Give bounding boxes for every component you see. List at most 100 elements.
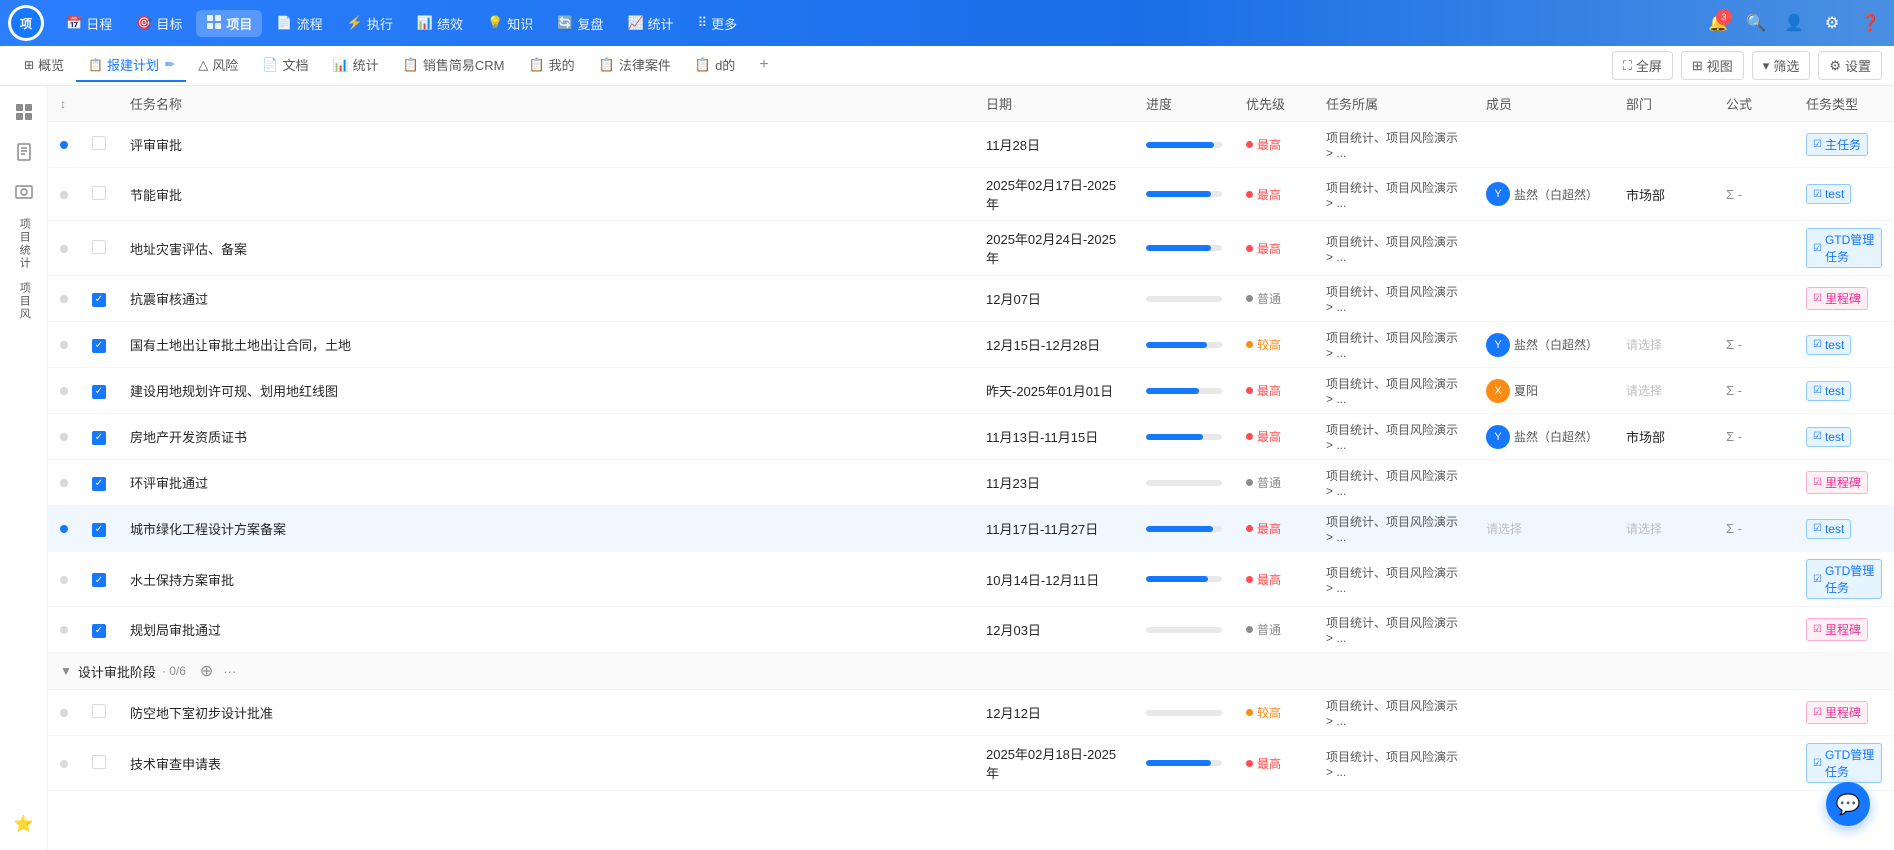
row-checkbox[interactable] xyxy=(92,755,106,769)
sidebar-photo[interactable] xyxy=(6,174,42,210)
row-checkbox[interactable]: ✓ xyxy=(92,624,106,638)
row-checkbox[interactable] xyxy=(92,240,106,254)
row-checkbox[interactable]: ✓ xyxy=(92,339,106,353)
nav-knowledge[interactable]: 💡 知识 xyxy=(477,10,543,37)
nav2-stats[interactable]: 📊 统计 xyxy=(320,49,390,82)
nav2-risk[interactable]: △ 风险 xyxy=(186,49,250,82)
table-row[interactable]: ✓ 城市绿化工程设计方案备案 11月17日-11月27日 最高 项目统计、项目风… xyxy=(48,506,1894,552)
row-checkbox[interactable]: ✓ xyxy=(92,477,106,491)
section-add-button[interactable]: ⊕ xyxy=(200,661,213,681)
nav2-overview[interactable]: ⊞ 概览 xyxy=(12,49,76,82)
row-progress xyxy=(1134,168,1234,221)
row-check-cell[interactable]: ✓ xyxy=(80,368,118,414)
table-row[interactable]: ✓ 房地产开发资质证书 11月13日-11月15日 最高 项目统计、项目风险演示… xyxy=(48,414,1894,460)
priority-label: 较高 xyxy=(1257,704,1281,721)
row-formula xyxy=(1714,221,1794,276)
sidebar-project-stats[interactable]: 项目统计 xyxy=(14,214,33,274)
row-checkbox[interactable]: ✓ xyxy=(92,293,106,307)
app-logo[interactable]: 项 xyxy=(8,5,44,41)
table-row[interactable]: ✓ 建设用地规划许可规、划用地红线图 昨天-2025年01月01日 最高 项目统… xyxy=(48,368,1894,414)
row-check-cell[interactable] xyxy=(80,221,118,276)
table-row[interactable]: 技术审查申请表 2025年02月18日-2025年 最高 项目统计、项目风险演示… xyxy=(48,736,1894,791)
settings-button[interactable]: ⚙ xyxy=(1816,7,1848,39)
nav-goals[interactable]: 🎯 目标 xyxy=(126,10,192,37)
settings-config-button[interactable]: ⚙ 设置 xyxy=(1818,51,1882,80)
search-button[interactable]: 🔍 xyxy=(1740,7,1772,39)
section-collapse-icon[interactable]: ▼ xyxy=(60,664,72,678)
dept-select[interactable]: 请选择 xyxy=(1626,384,1662,398)
sidebar-doc[interactable] xyxy=(6,134,42,170)
nav2-d[interactable]: 📋 d的 xyxy=(683,49,747,82)
nav2-docs[interactable]: 📄 文档 xyxy=(250,49,320,82)
table-row[interactable]: 防空地下室初步设计批准 12月12日 较高 项目统计、项目风险演示 > ... … xyxy=(48,690,1894,736)
task-type-icon: ☑ xyxy=(1813,758,1822,769)
table-row[interactable]: ✓ 水土保持方案审批 10月14日-12月11日 最高 项目统计、项目风险演示 … xyxy=(48,552,1894,607)
row-name-cell: 抗震审核通过 xyxy=(118,276,974,322)
task-type-badge: ☑ 里程碑 xyxy=(1806,471,1868,494)
row-check-cell[interactable] xyxy=(80,168,118,221)
row-check-cell[interactable]: ✓ xyxy=(80,460,118,506)
nav2-crm[interactable]: 📋 销售简易CRM xyxy=(391,49,517,82)
row-checkbox[interactable]: ✓ xyxy=(92,523,106,537)
nav2-add[interactable]: + xyxy=(747,50,780,82)
task-type-icon: ☑ xyxy=(1813,385,1822,396)
table-row[interactable]: ✓ 国有土地出让审批土地出让合同，土地 12月15日-12月28日 较高 项目统… xyxy=(48,322,1894,368)
fullscreen-button[interactable]: ⛶ 全屏 xyxy=(1612,51,1673,80)
table-row[interactable]: 节能审批 2025年02月17日-2025年 最高 项目统计、项目风险演示 > … xyxy=(48,168,1894,221)
member-cell: Y 盐然（白超然） xyxy=(1486,333,1602,357)
row-check-cell[interactable]: ✓ xyxy=(80,552,118,607)
row-date: 12月07日 xyxy=(974,276,1134,322)
table-row[interactable]: 地址灾害评估、备案 2025年02月24日-2025年 最高 项目统计、项目风险… xyxy=(48,221,1894,276)
table-row[interactable]: ✓ 环评审批通过 11月23日 普通 项目统计、项目风险演示 > ... xyxy=(48,460,1894,506)
nav2-mine[interactable]: 📋 我的 xyxy=(516,49,586,82)
table-row[interactable]: ✓ 抗震审核通过 12月07日 普通 项目统计、项目风险演示 > ... xyxy=(48,276,1894,322)
row-checkbox[interactable]: ✓ xyxy=(92,573,106,587)
row-check-cell[interactable] xyxy=(80,690,118,736)
help-button[interactable]: ❓ xyxy=(1854,7,1886,39)
dept-select[interactable]: 请选择 xyxy=(1626,338,1662,352)
sidebar-project-risk[interactable]: 项目风 xyxy=(14,278,33,325)
member-select[interactable]: 请选择 xyxy=(1486,522,1522,536)
sort-icon[interactable]: ↕ xyxy=(60,97,66,111)
table-row[interactable]: ✓ 规划局审批通过 12月03日 普通 项目统计、项目风险演示 > ... xyxy=(48,607,1894,653)
task-name: 环评审批通过 xyxy=(130,473,208,492)
nav-schedule[interactable]: 📅 日程 xyxy=(56,10,122,37)
nav2-legal[interactable]: 📋 法律案件 xyxy=(587,49,683,82)
nav-flow[interactable]: 📄 流程 xyxy=(266,10,332,37)
filter-button[interactable]: ▾ 筛选 xyxy=(1752,51,1811,80)
sidebar-grid[interactable] xyxy=(6,94,42,130)
nav-more[interactable]: ⠿ 更多 xyxy=(688,10,748,37)
row-type: ☑ test xyxy=(1794,168,1894,221)
fab-button[interactable]: 💬 xyxy=(1826,782,1870,826)
section-more-button[interactable]: ··· xyxy=(223,664,236,679)
view-button[interactable]: ⊞ 视图 xyxy=(1681,51,1744,80)
row-check-cell[interactable]: ✓ xyxy=(80,414,118,460)
user-button[interactable]: 👤 xyxy=(1778,7,1810,39)
row-check-cell[interactable]: ✓ xyxy=(80,276,118,322)
row-check-cell[interactable]: ✓ xyxy=(80,322,118,368)
nav-execute[interactable]: ⚡ 执行 xyxy=(337,10,403,37)
row-checkbox[interactable] xyxy=(92,186,106,200)
nav-project[interactable]: 项目 xyxy=(196,10,262,37)
row-date: 12月15日-12月28日 xyxy=(974,322,1134,368)
table-row[interactable]: 评审审批 11月28日 最高 项目统计、项目风险演示 > ... ☑ 主任务 xyxy=(48,122,1894,168)
nav2-report[interactable]: 📋 报建计划 ✏ xyxy=(76,49,186,82)
row-check-cell[interactable]: ✓ xyxy=(80,607,118,653)
nav-review[interactable]: 🔄 复盘 xyxy=(547,10,613,37)
row-check-cell[interactable] xyxy=(80,736,118,791)
row-check-cell[interactable] xyxy=(80,122,118,168)
row-checkbox[interactable]: ✓ xyxy=(92,385,106,399)
task-type-icon: ☑ xyxy=(1813,431,1822,442)
dept-select[interactable]: 请选择 xyxy=(1626,522,1662,536)
row-members xyxy=(1474,122,1614,168)
avatar: Y xyxy=(1486,182,1510,206)
row-checkbox[interactable] xyxy=(92,704,106,718)
notification-button[interactable]: 🔔 3 xyxy=(1702,7,1734,39)
nav-performance[interactable]: 📊 绩效 xyxy=(407,10,473,37)
task-type-icon: ☑ xyxy=(1813,243,1822,254)
row-check-cell[interactable]: ✓ xyxy=(80,506,118,552)
nav-stats[interactable]: 📈 统计 xyxy=(617,10,683,37)
sidebar-star[interactable]: ⭐ xyxy=(6,806,42,842)
row-checkbox[interactable] xyxy=(92,136,106,150)
row-checkbox[interactable]: ✓ xyxy=(92,431,106,445)
